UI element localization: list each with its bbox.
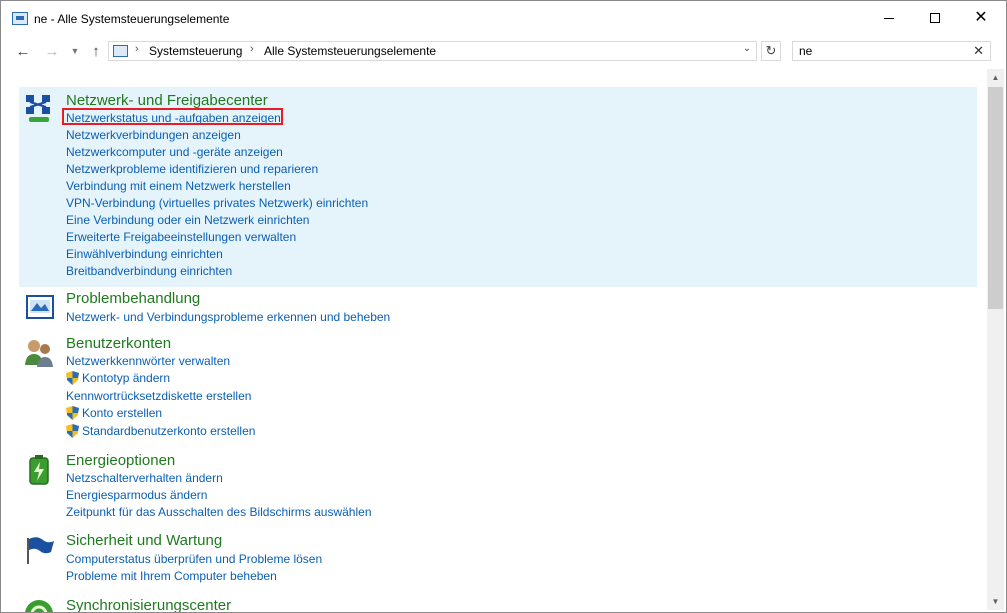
title-bar: ne - Alle Systemsteuerungselemente ✕ (1, 1, 1006, 35)
clear-search-button[interactable]: ✕ (973, 43, 984, 59)
control-panel-icon (113, 45, 128, 57)
link-kennwortruecksetzdiskette[interactable]: Kennwortrücksetzdiskette erstellen (66, 389, 251, 403)
link-standardbenutzerkonto[interactable]: Standardbenutzerkonto erstellen (82, 424, 255, 438)
category-netzwerk-freigabecenter: Netzwerk- und Freigabecenter Netzwerksta… (19, 87, 977, 287)
link-netzwerkverbindungen[interactable]: Netzwerkverbindungen anzeigen (66, 128, 241, 142)
breadcrumb-systemsteuerung[interactable]: Systemsteuerung (149, 44, 242, 58)
link-netzwerkcomputer[interactable]: Netzwerkcomputer und -geräte anzeigen (66, 145, 283, 159)
category-problembehandlung: Problembehandlung Netzwerk- und Verbindu… (19, 288, 977, 328)
forward-button[interactable]: → (42, 42, 62, 60)
link-vpn-verbindung[interactable]: VPN-Verbindung (virtuelles privates Netz… (66, 196, 368, 210)
category-benutzerkonten: Benutzerkonten Netzwerkkennwörter verwal… (19, 335, 977, 447)
vertical-scrollbar[interactable]: ▲ ▼ (987, 69, 1004, 610)
window-title: ne - Alle Systemsteuerungselemente (34, 12, 230, 26)
control-panel-window: ne - Alle Systemsteuerungselemente ✕ ← →… (0, 0, 1007, 613)
shield-icon (66, 406, 79, 420)
link-breitbandverbindung[interactable]: Breitbandverbindung einrichten (66, 264, 232, 278)
network-icon (26, 95, 50, 122)
sync-icon (25, 600, 53, 612)
search-box: ✕ (792, 41, 991, 61)
maximize-button[interactable] (912, 1, 958, 35)
control-panel-icon (12, 12, 28, 25)
navigation-bar: ← → ▼ ↑ › Systemsteuerung › Alle Systems… (1, 35, 1006, 67)
close-icon: ✕ (974, 9, 988, 26)
maximize-icon (930, 13, 940, 23)
category-title[interactable]: Benutzerkonten (66, 335, 171, 352)
search-input[interactable] (799, 44, 969, 58)
minimize-button[interactable] (866, 1, 912, 35)
link-verbindung-herstellen[interactable]: Verbindung mit einem Netzwerk herstellen (66, 179, 291, 193)
category-title[interactable]: Sicherheit und Wartung (66, 532, 222, 549)
category-title[interactable]: Synchronisierungscenter (66, 597, 231, 612)
link-freigabeeinstellungen[interactable]: Erweiterte Freigabeeinstellungen verwalt… (66, 230, 296, 244)
link-netzwerkprobleme[interactable]: Netzwerkprobleme identifizieren und repa… (66, 162, 318, 176)
link-verbindung-einrichten[interactable]: Eine Verbindung oder ein Netzwerk einric… (66, 213, 309, 227)
arrow-left-icon: ← (15, 42, 31, 60)
link-konto-erstellen[interactable]: Konto erstellen (82, 406, 162, 420)
battery-icon (29, 455, 49, 485)
refresh-button[interactable]: ↻ (761, 41, 781, 61)
chevron-down-icon[interactable]: ⌄ (740, 43, 754, 59)
up-button[interactable]: ↑ (86, 42, 106, 60)
scroll-down-icon[interactable]: ▼ (987, 593, 1004, 610)
link-computerstatus[interactable]: Computerstatus überprüfen und Probleme l… (66, 552, 322, 566)
breadcrumb-separator-icon[interactable]: › (135, 43, 139, 55)
breadcrumb-separator-icon[interactable]: › (250, 43, 254, 55)
back-button[interactable]: ← (13, 42, 33, 60)
scrollbar-thumb[interactable] (988, 87, 1003, 309)
link-probleme-beheben[interactable]: Probleme mit Ihrem Computer beheben (66, 569, 277, 583)
category-title[interactable]: Netzwerk- und Freigabecenter (66, 92, 268, 109)
flag-icon (27, 537, 54, 564)
category-title[interactable]: Problembehandlung (66, 290, 200, 307)
chevron-down-icon: ▼ (70, 46, 80, 56)
recent-locations-button[interactable]: ▼ (65, 42, 85, 60)
troubleshooting-icon (26, 295, 54, 319)
highlight-box (62, 108, 283, 125)
link-netzschalterverhalten[interactable]: Netzschalterverhalten ändern (66, 471, 223, 485)
category-sicherheit-wartung: Sicherheit und Wartung Computerstatus üb… (19, 532, 977, 587)
category-energieoptionen: Energieoptionen Netzschalterverhalten än… (19, 452, 977, 527)
shield-icon (66, 371, 79, 385)
link-kontotyp-aendern[interactable]: Kontotyp ändern (82, 371, 170, 385)
arrow-right-icon: → (44, 42, 60, 60)
category-title[interactable]: Energieoptionen (66, 452, 175, 469)
category-synchronisierungscenter: Synchronisierungscenter (19, 597, 977, 612)
link-einwaehlverbindung[interactable]: Einwählverbindung einrichten (66, 247, 223, 261)
user-accounts-icon (25, 340, 53, 367)
breadcrumb-alle-elemente[interactable]: Alle Systemsteuerungselemente (264, 44, 436, 58)
link-netzwerkkennwoerter[interactable]: Netzwerkkennwörter verwalten (66, 354, 230, 368)
shield-icon (66, 424, 79, 438)
link-bildschirm-ausschalten[interactable]: Zeitpunkt für das Ausschalten des Bildsc… (66, 505, 372, 519)
scroll-up-icon[interactable]: ▲ (987, 69, 1004, 86)
refresh-icon: ↻ (765, 43, 777, 58)
minimize-icon (884, 17, 894, 19)
results-list: Netzwerk- und Freigabecenter Netzwerksta… (1, 67, 987, 612)
link-verbindungsprobleme[interactable]: Netzwerk- und Verbindungsprobleme erkenn… (66, 310, 390, 324)
arrow-up-icon: ↑ (92, 42, 100, 60)
address-bar[interactable]: › Systemsteuerung › Alle Systemsteuerung… (108, 41, 757, 61)
link-energiesparmodus[interactable]: Energiesparmodus ändern (66, 488, 207, 502)
close-button[interactable]: ✕ (958, 1, 1004, 35)
